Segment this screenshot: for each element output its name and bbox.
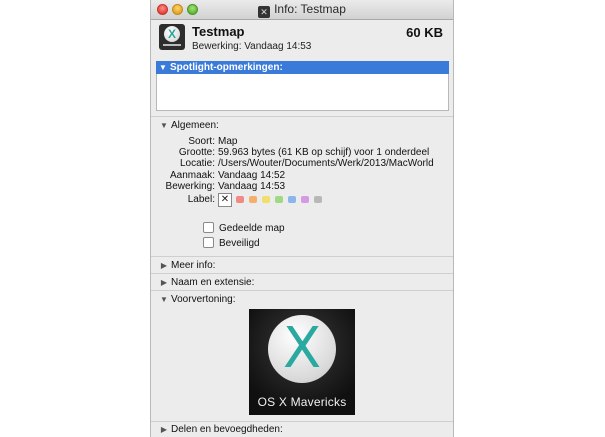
disclosure-collapsed-icon[interactable]: ▶ [159,425,169,434]
disclosure-collapsed-icon[interactable]: ▶ [159,278,169,287]
disclosure-collapsed-icon[interactable]: ▶ [159,261,169,270]
section-name-extension-label: Naam en extensie: [171,277,255,288]
spotlight-label: Spotlight-opmerkingen: [170,62,283,73]
section-more-info[interactable]: ▶ Meer info: [157,260,216,271]
property-row: Bewerking: Vandaag 14:53 [151,181,453,192]
spotlight-comments-field[interactable] [156,74,449,111]
property-key: Locatie: [179,158,215,169]
section-general-label: Algemeen: [171,120,219,131]
divider [151,421,453,422]
info-window: ✕ Info: Testmap X Testmap Bewerking: Vand… [150,0,454,437]
section-more-info-label: Meer info: [171,260,216,271]
divider [151,116,453,117]
property-value: /Users/Wouter/Documents/Werk/2013/MacWor… [218,158,434,169]
section-preview[interactable]: ▼ Voorvertoning: [157,294,236,305]
section-spotlight[interactable]: ▼ Spotlight-opmerkingen: [156,61,449,74]
folder-icon: ✕ [258,6,271,18]
file-header: X Testmap Bewerking: Vandaag 14:53 60 KB [151,20,453,58]
section-sharing[interactable]: ▶ Delen en bevoegdheden: [157,424,283,435]
label-yellow-swatch[interactable] [262,196,270,203]
property-key: Bewerking: [165,181,215,192]
property-key: Soort: [188,136,215,147]
locked-label: Beveiligd [219,238,260,249]
section-general[interactable]: ▼ Algemeen: [157,120,219,131]
section-sharing-label: Delen en bevoegdheden: [171,424,283,435]
property-value: 59.963 bytes (61 KB op schijf) voor 1 on… [218,147,430,158]
window-title: Info: Testmap [274,2,346,16]
shared-folder-checkbox[interactable] [203,222,214,233]
property-value: Vandaag 14:52 [218,170,286,181]
shared-folder-label: Gedeelde map [219,223,285,234]
disclosure-expanded-icon[interactable]: ▼ [159,295,169,304]
label-gray-swatch[interactable] [314,196,322,203]
label-none-button[interactable]: ✕ [218,193,232,207]
property-key: Grootte: [178,147,215,158]
disclosure-expanded-icon[interactable]: ▼ [159,121,169,130]
label-key: Label: [187,194,215,205]
divider [151,290,453,291]
label-green-swatch[interactable] [275,196,283,203]
label-blue-swatch[interactable] [288,196,296,203]
folder-icon: X [159,24,185,50]
section-preview-label: Voorvertoning: [171,294,236,305]
preview-image: X OS X Mavericks [249,309,355,415]
disclosure-expanded-icon[interactable]: ▼ [158,61,168,74]
file-modified: Bewerking: Vandaag 14:53 [192,41,312,52]
shared-folder-option[interactable]: Gedeelde map [203,222,285,234]
file-size: 60 KB [406,25,443,40]
divider [151,256,453,257]
locked-checkbox[interactable] [203,237,214,248]
label-purple-swatch[interactable] [301,196,309,203]
property-row: Aanmaak: Vandaag 14:52 [151,170,453,181]
file-name: Testmap [192,24,245,39]
window-title-wrap: ✕ Info: Testmap [151,2,453,18]
label-picker: ✕ [218,193,418,207]
divider [151,273,453,274]
property-row: Soort: Map [151,136,453,147]
title-bar: ✕ Info: Testmap [151,0,453,20]
locked-option[interactable]: Beveiligd [203,237,260,249]
property-key: Aanmaak: [169,170,215,181]
label-orange-swatch[interactable] [249,196,257,203]
property-row: Grootte: 59.963 bytes (61 KB op schijf) … [151,147,453,158]
property-row: Locatie: /Users/Wouter/Documents/Werk/20… [151,158,453,169]
preview-caption: OS X Mavericks [257,395,347,409]
property-value: Vandaag 14:53 [218,181,286,192]
label-red-swatch[interactable] [236,196,244,203]
property-value: Map [218,136,238,147]
section-name-extension[interactable]: ▶ Naam en extensie: [157,277,254,288]
